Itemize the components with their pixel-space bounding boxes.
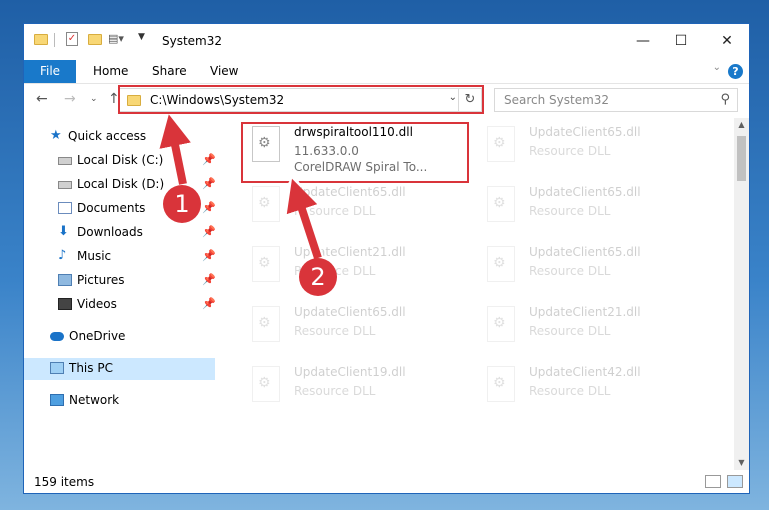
step-badge-2: 2: [299, 258, 337, 296]
annotation-arrows: [159, 114, 324, 264]
arrow-1: [159, 114, 191, 185]
step-badge-1: 1: [163, 185, 201, 223]
arrow-2: [286, 178, 322, 260]
